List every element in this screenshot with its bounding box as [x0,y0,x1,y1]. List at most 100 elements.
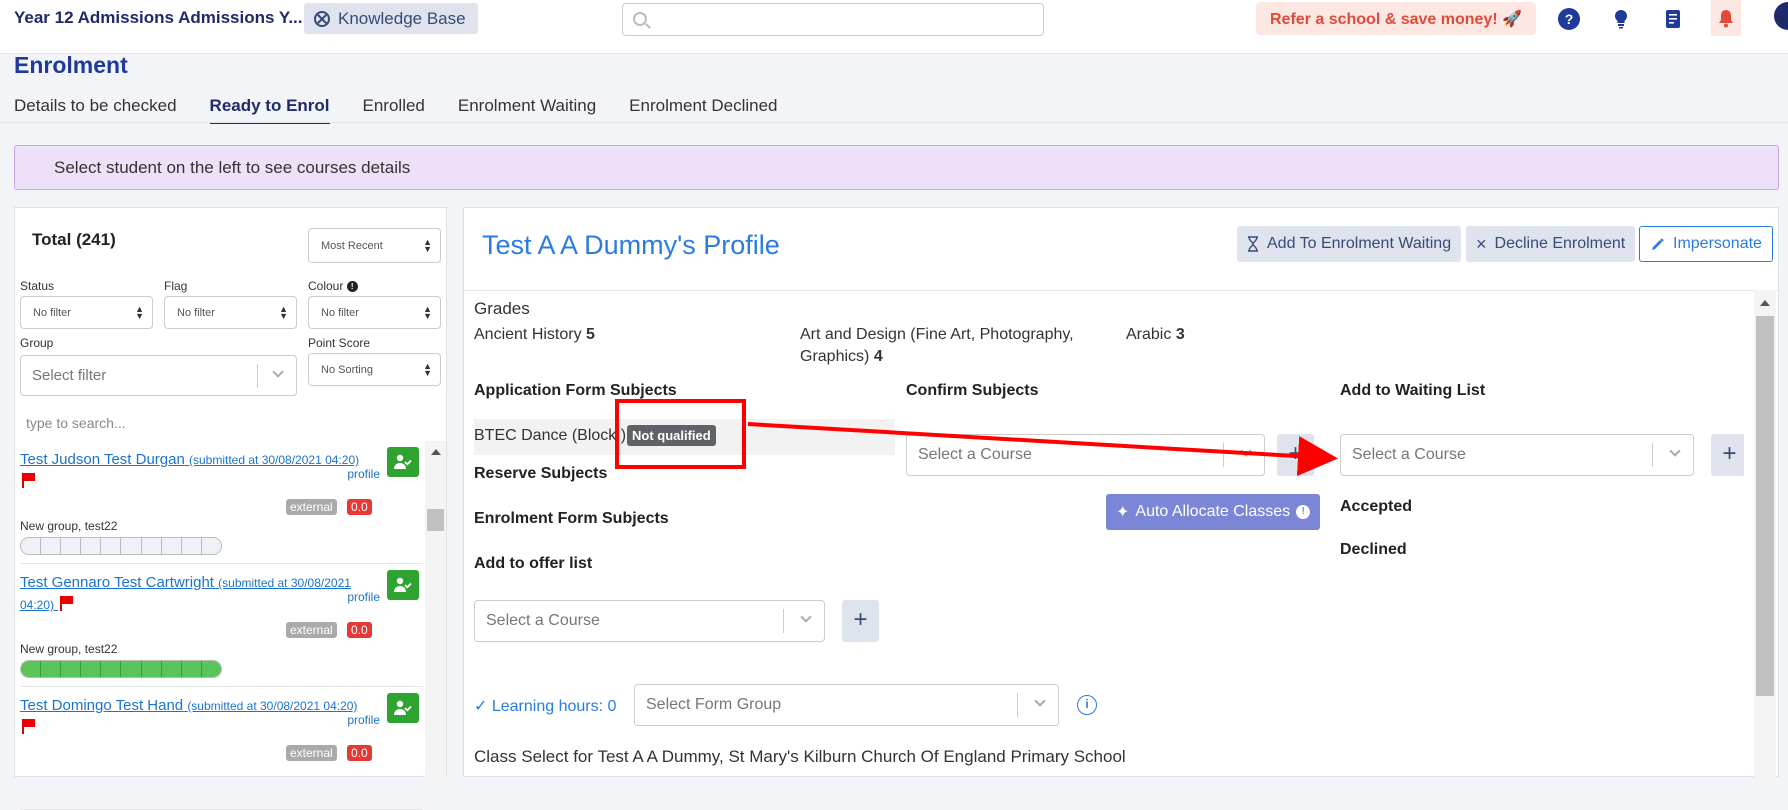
add-confirm-button[interactable]: + [1277,434,1314,476]
profile-user-check-icon[interactable] [387,570,419,600]
chevron-down-icon [800,611,812,623]
course-placeholder: Select a Course [486,612,600,629]
info-icon[interactable]: i [1077,695,1097,715]
notifications-button[interactable] [1711,0,1741,36]
wait-label: Add To Enrolment Waiting [1267,235,1452,252]
subject-name: BTEC Dance (Block ) [474,427,627,444]
red-flag-icon [22,719,35,734]
student-list-scrollbar[interactable] [425,441,446,781]
confirm-course-select[interactable]: Select a Course [906,434,1265,476]
impersonate-button[interactable]: Impersonate [1639,226,1773,262]
profile-link[interactable]: profile [347,590,380,604]
course-placeholder: Select a Course [1352,446,1466,463]
progress-segment [161,661,182,677]
score-badge: 0.0 [347,499,372,515]
progress-segment [121,538,142,554]
status-filter-value: No filter [33,306,71,319]
student-item[interactable]: Test Gennaro Test Cartwright (submitted … [20,564,423,687]
point-score-select[interactable]: No Sorting ▲ ▼ [308,353,441,386]
tab-enrolment-waiting[interactable]: Enrolment Waiting [458,96,596,124]
red-flag-icon [60,596,74,611]
student-name-link[interactable]: Test Judson Test Durgan (submitted at 30… [20,449,375,492]
progress-segment [141,538,162,554]
profile-link[interactable]: profile [347,713,380,727]
top-bar: Year 12 Admissions Admissions Y...▼ Know… [0,0,1788,54]
student-name[interactable]: Test Judson Test Durgan [20,451,185,468]
notes-icon[interactable] [1662,8,1684,30]
student-name-link[interactable]: Test Domingo Test Hand (submitted at 30/… [20,695,375,738]
profile-link[interactable]: profile [347,467,380,481]
accepted-heading: Accepted [1340,498,1413,515]
student-item[interactable]: Test Judson Test Durgan (submitted at 30… [20,441,423,564]
form-group-select[interactable]: Select Form Group [634,684,1059,726]
tab-details-to-be-checked[interactable]: Details to be checked [14,96,177,124]
select-arrows-icon: ▲ ▼ [135,303,144,321]
auto-allocate-label: Auto Allocate Classes [1135,503,1291,520]
page-title: Enrolment [14,52,128,78]
student-item[interactable]: Test Domingo Test Hand (submitted at 30/… [20,687,423,810]
user-avatar[interactable] [1774,2,1788,30]
help-icon[interactable]: ? [1558,8,1580,30]
profile-user-check-icon[interactable] [387,447,419,477]
refer-school-button[interactable]: Refer a school & save money! 🚀 [1256,2,1537,35]
progress-segment [21,661,42,677]
grade-item: Arabic 3 [1126,324,1185,346]
grade-subject-cont: Graphics) [800,348,870,365]
tab-enrolled[interactable]: Enrolled [363,96,425,124]
declined-heading: Declined [1340,541,1407,558]
student-name-link[interactable]: Test Gennaro Test Cartwright (submitted … [20,572,375,616]
offer-course-select[interactable]: Select a Course [474,600,825,642]
decline-enrolment-button[interactable]: × Decline Enrolment [1466,226,1636,262]
tab-ready-to-enrol[interactable]: Ready to Enrol [209,96,330,124]
close-circle-icon[interactable] [314,10,330,27]
learning-hours-toggle[interactable]: ✓ Learning hours: 0 [474,696,616,716]
course-placeholder: Select a Course [918,446,1032,463]
grade-value: 3 [1175,326,1185,343]
progress-segment [141,661,162,677]
global-search-input[interactable] [622,3,1044,36]
lightbulb-icon[interactable] [1610,8,1632,30]
scroll-thumb[interactable] [427,509,444,531]
progress-segment [41,538,62,554]
colour-filter-value: No filter [321,306,359,319]
flag-filter-select[interactable]: No filter ▲ ▼ [164,296,297,329]
student-search-input[interactable]: type to search... [26,415,126,431]
profile-scrollbar[interactable] [1754,290,1776,778]
impersonate-label: Impersonate [1673,235,1762,252]
student-name[interactable]: Test Domingo Test Hand [20,697,183,714]
add-waiting-button[interactable]: + [1711,434,1744,476]
knowledge-base-label: Knowledge Base [338,8,466,28]
check-icon: ✓ [474,698,488,715]
progress-segment [61,661,82,677]
student-list-panel: Total (241) Most Recent ▲ ▼ Status No fil… [14,207,447,810]
reserve-subjects-heading: Reserve Subjects [474,465,608,482]
submitted-date: (submitted at 30/08/2021 [218,576,351,590]
student-name[interactable]: Test Gennaro Test Cartwright [20,574,214,591]
progress-segment [181,538,202,554]
progress-segment [121,661,142,677]
grade-value: 5 [586,326,595,343]
colour-filter-select[interactable]: No filter ▲ ▼ [308,296,441,329]
point-score-value: No Sorting [321,363,373,376]
sort-select[interactable]: Most Recent ▲ ▼ [308,228,441,263]
group-filter-select[interactable]: Select filter [20,355,297,396]
score-badge: 0.0 [347,745,372,761]
app-switcher[interactable]: Year 12 Admissions Admissions Y...▼ [14,8,315,28]
scroll-up-icon[interactable] [431,449,441,455]
add-offer-button[interactable]: + [842,600,879,642]
waiting-course-select[interactable]: Select a Course [1340,434,1694,476]
chevron-down-icon [1240,445,1252,457]
knowledge-base-button[interactable]: Knowledge Base [304,3,478,34]
progress-segment [201,538,221,554]
status-filter-select[interactable]: No filter ▲ ▼ [20,296,153,329]
info-icon: ! [1296,505,1311,519]
tab-enrolment-declined[interactable]: Enrolment Declined [629,96,777,124]
profile-user-check-icon[interactable] [387,693,419,723]
refer-label: Refer a school & save money! 🚀 [1270,10,1523,28]
add-to-enrolment-waiting-button[interactable]: Add To Enrolment Waiting [1237,226,1462,262]
flag-filter-value: No filter [177,306,215,319]
auto-allocate-button[interactable]: ✦ Auto Allocate Classes ! [1106,494,1321,530]
scroll-thumb[interactable] [1756,316,1774,696]
chevron-down-icon [272,366,284,378]
scroll-up-icon[interactable] [1760,300,1770,306]
